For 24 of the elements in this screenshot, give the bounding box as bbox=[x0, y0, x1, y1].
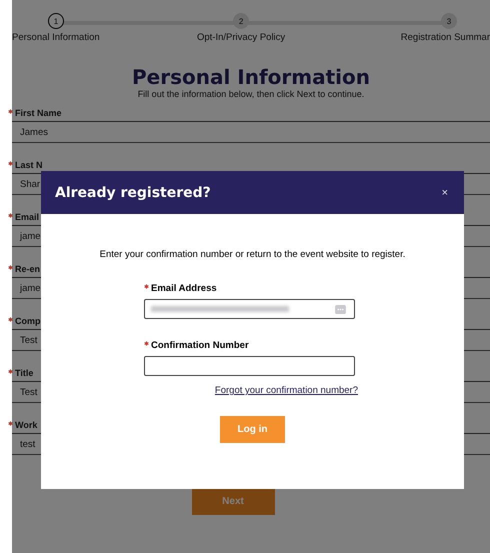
input-field[interactable]: James bbox=[12, 121, 490, 143]
step-label: Opt-In/Privacy Policy bbox=[197, 32, 286, 43]
step-label: Personal Information bbox=[12, 32, 100, 43]
field-label: Title bbox=[15, 368, 34, 378]
field-label: Re-en bbox=[15, 264, 40, 274]
step-circle[interactable]: 3 bbox=[441, 13, 457, 29]
modal-title: Already registered? bbox=[55, 184, 211, 200]
forgot-link[interactable]: Forgot your confirmation number? bbox=[214, 385, 358, 396]
step-circle[interactable]: 2 bbox=[233, 13, 250, 29]
field-label: Email Address bbox=[151, 282, 217, 294]
field-label: Email bbox=[15, 212, 40, 222]
step-circle[interactable]: 1 bbox=[48, 13, 64, 29]
input-field[interactable] bbox=[144, 299, 355, 319]
close-button[interactable]: × bbox=[440, 186, 450, 198]
field-label: Work bbox=[15, 420, 38, 430]
field-label: First Name bbox=[15, 108, 62, 118]
field-label: Comp bbox=[15, 316, 40, 326]
page-subtitle: Fill out the information below, then click Next to continue. bbox=[136, 89, 366, 99]
step-label: Registration Summar bbox=[400, 32, 490, 43]
input-field[interactable] bbox=[144, 356, 355, 376]
field-label: Last N bbox=[15, 160, 43, 170]
modal-message: Enter your confirmation number or return to the event website to register. bbox=[98, 249, 406, 260]
page-title: Personal Information bbox=[131, 65, 371, 89]
field-label: Confirmation Number bbox=[151, 340, 249, 350]
